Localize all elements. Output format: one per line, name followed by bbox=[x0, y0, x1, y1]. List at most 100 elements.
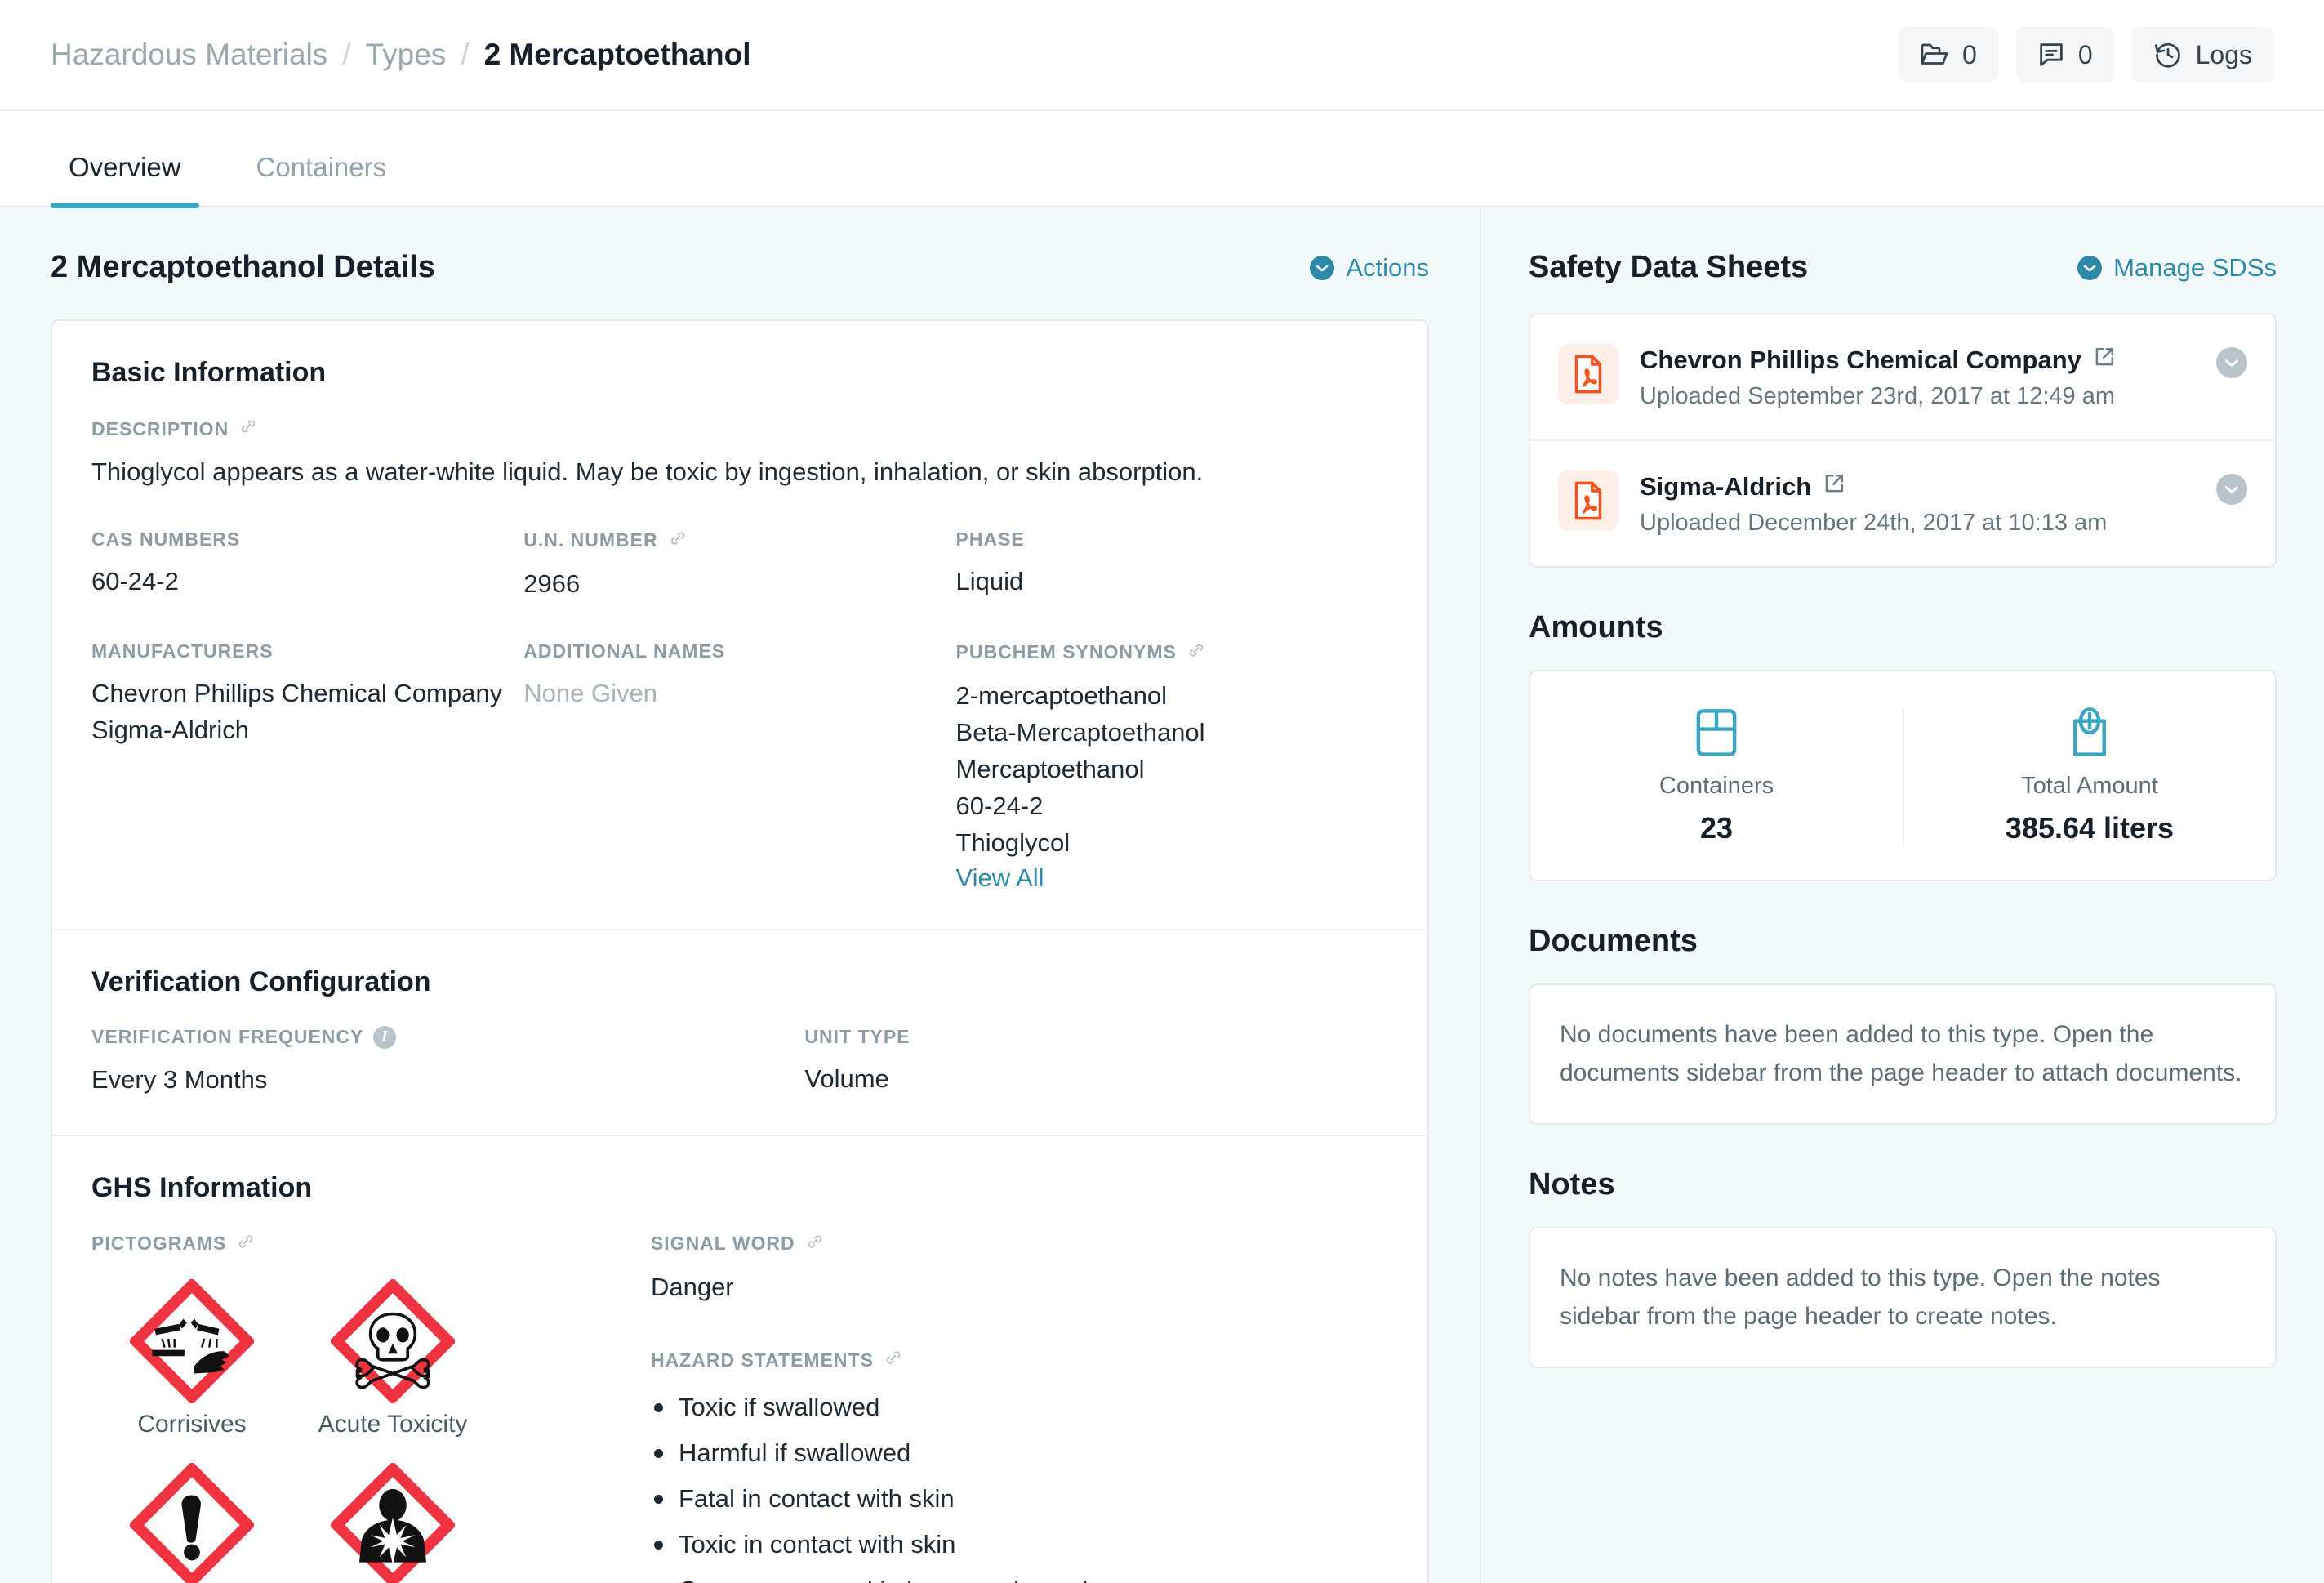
pictogram-item: Irritant bbox=[91, 1460, 292, 1583]
basic-information-heading: Basic Information bbox=[91, 357, 327, 388]
documents-count: 0 bbox=[1962, 39, 1977, 69]
page-header: Hazardous Materials / Types / 2 Mercapto… bbox=[0, 0, 2324, 111]
link-icon[interactable] bbox=[238, 417, 258, 441]
un-value: 2966 bbox=[523, 569, 581, 598]
manufacturers-field: Manufacturers Chevron Phillips Chemical … bbox=[91, 640, 523, 893]
phase-label: Phase bbox=[955, 528, 1025, 550]
containers-value: 23 bbox=[1699, 811, 1734, 845]
ghs-content: Pictograms bbox=[91, 1232, 1388, 1583]
link-icon[interactable] bbox=[884, 1348, 903, 1372]
sds-item-name: Sigma-Aldrich bbox=[1640, 472, 1812, 501]
header-actions: 0 0 Logs bbox=[1899, 27, 2273, 82]
notes-heading: Notes bbox=[1529, 1167, 1615, 1202]
manufacturers-value: Chevron Phillips Chemical Company Sigma-… bbox=[91, 676, 523, 749]
sds-heading: Safety Data Sheets bbox=[1529, 250, 1809, 284]
sds-list: Chevron Phillips Chemical Company Upload… bbox=[1529, 313, 2277, 568]
signal-word-value: Danger bbox=[650, 1272, 734, 1301]
names-row: Manufacturers Chevron Phillips Chemical … bbox=[91, 640, 1388, 893]
additional-names-field: Additional Names None Given bbox=[523, 640, 955, 893]
sds-list-item[interactable]: Sigma-Aldrich Uploaded December 24th, 20… bbox=[1530, 441, 2275, 566]
folder-open-icon bbox=[1920, 41, 1949, 69]
link-icon[interactable] bbox=[805, 1232, 825, 1256]
sds-item-expand-button[interactable] bbox=[2216, 474, 2247, 505]
pictograms-label: Pictograms bbox=[91, 1232, 636, 1256]
pictogram-label: Corrisives bbox=[137, 1410, 247, 1438]
documents-button[interactable]: 0 bbox=[1899, 27, 1998, 82]
pictogram-grid: Corrisives Acute Toxicity bbox=[91, 1277, 516, 1583]
page-body: 2 Mercaptoethanol Details Actions Basic … bbox=[0, 207, 2324, 1583]
phase-field: Phase Liquid bbox=[956, 528, 1388, 603]
unit-type-label: Unit Type bbox=[804, 1025, 910, 1047]
sds-header: Safety Data Sheets Manage SDSs bbox=[1529, 250, 2277, 285]
hazard-statement-item: Harmful if swallowed bbox=[651, 1434, 1388, 1472]
chevron-down-icon bbox=[1310, 255, 1335, 280]
total-amount-label: Total Amount bbox=[2021, 773, 2158, 799]
ghs-exclamation-icon bbox=[127, 1460, 256, 1583]
unit-type-field: Unit Type Volume bbox=[804, 1026, 1388, 1099]
pdf-icon bbox=[1558, 470, 1618, 531]
pictogram-item: Health Hazard bbox=[292, 1460, 493, 1583]
chevron-down-icon bbox=[2077, 255, 2103, 280]
manage-sds-button[interactable]: Manage SDSs bbox=[2077, 253, 2277, 283]
documents-heading: Documents bbox=[1529, 924, 1698, 958]
verification-row: Verification Frequency i Every 3 Months … bbox=[91, 1025, 1388, 1099]
breadcrumb-root[interactable]: Hazardous Materials bbox=[51, 38, 327, 72]
logs-button[interactable]: Logs bbox=[2131, 27, 2273, 82]
external-link-icon[interactable] bbox=[1823, 472, 1845, 502]
unit-type-value: Volume bbox=[804, 1064, 889, 1093]
sds-item-name-row: Chevron Phillips Chemical Company bbox=[1640, 346, 2195, 375]
link-icon[interactable] bbox=[668, 528, 688, 553]
tab-overview[interactable]: Overview bbox=[51, 152, 199, 208]
details-column: 2 Mercaptoethanol Details Actions Basic … bbox=[0, 207, 1480, 1583]
page-title: 2 Mercaptoethanol Details bbox=[51, 250, 435, 284]
hazard-statements-list: Toxic if swallowed Harmful if swallowed … bbox=[651, 1389, 1388, 1583]
additional-names-value: None Given bbox=[523, 678, 657, 707]
identifiers-row: CAS Numbers 60-24-2 U.N. Number bbox=[91, 528, 1388, 603]
view-all-synonyms-link[interactable]: View All bbox=[956, 863, 1044, 893]
info-icon[interactable]: i bbox=[373, 1025, 397, 1049]
manage-sds-label: Manage SDSs bbox=[2113, 252, 2277, 282]
total-amount-value: 385.64 liters bbox=[2005, 811, 2175, 845]
pubchem-synonyms-field: PubChem Synonyms 2-mercaptoethanol Beta-… bbox=[956, 640, 1388, 893]
sds-item-name-row: Sigma-Aldrich bbox=[1640, 472, 2195, 502]
link-icon[interactable] bbox=[236, 1232, 256, 1256]
verification-frequency-field: Verification Frequency i Every 3 Months bbox=[91, 1025, 804, 1099]
safety-data-sheets-section: Safety Data Sheets Manage SDSs Chevron P… bbox=[1529, 250, 2277, 568]
ghs-heading: GHS Information bbox=[91, 1171, 313, 1203]
sds-item-name: Chevron Phillips Chemical Company bbox=[1640, 346, 2081, 374]
amounts-heading: Amounts bbox=[1529, 610, 1663, 644]
ghs-health-hazard-icon bbox=[328, 1460, 457, 1583]
history-icon bbox=[2153, 40, 2183, 69]
comment-icon bbox=[2037, 41, 2065, 69]
sds-item-expand-button[interactable] bbox=[2216, 347, 2247, 378]
actions-label: Actions bbox=[1346, 252, 1429, 282]
synonym-item: 2-mercaptoethanol bbox=[955, 680, 1168, 710]
link-icon[interactable] bbox=[1186, 640, 1206, 665]
tab-bar: Overview Containers bbox=[0, 111, 2324, 208]
containers-stat: Containers 23 bbox=[1530, 707, 1903, 845]
un-label: U.N. Number bbox=[523, 528, 955, 553]
hazard-statement-item: Toxic if swallowed bbox=[651, 1389, 1388, 1426]
comments-button[interactable]: 0 bbox=[2015, 27, 2114, 82]
amounts-section: Amounts Containers 23 Total Amount 385.6… bbox=[1529, 610, 2277, 881]
description-value: Thioglycol appears as a water-white liqu… bbox=[91, 457, 1204, 486]
pubchem-synonyms-label: PubChem Synonyms bbox=[956, 640, 1388, 665]
sds-item-main: Sigma-Aldrich Uploaded December 24th, 20… bbox=[1640, 470, 2195, 537]
verification-frequency-value: Every 3 Months bbox=[91, 1064, 268, 1094]
sidebar-column: Safety Data Sheets Manage SDSs Chevron P… bbox=[1480, 207, 2324, 1583]
actions-menu-button[interactable]: Actions bbox=[1310, 253, 1429, 283]
verification-heading: Verification Configuration bbox=[91, 965, 431, 997]
documents-empty-state: No documents have been added to this typ… bbox=[1529, 983, 2277, 1125]
cas-field: CAS Numbers 60-24-2 bbox=[91, 528, 523, 603]
tab-containers[interactable]: Containers bbox=[238, 152, 405, 206]
containers-label: Containers bbox=[1658, 773, 1774, 799]
ghs-corrosive-icon bbox=[127, 1277, 256, 1407]
sds-list-item[interactable]: Chevron Phillips Chemical Company Upload… bbox=[1530, 314, 2275, 441]
scale-icon bbox=[1904, 707, 2275, 758]
comments-count: 0 bbox=[2077, 39, 2093, 69]
external-link-icon[interactable] bbox=[2093, 346, 2116, 375]
documents-section: Documents No documents have been added t… bbox=[1529, 924, 2277, 1125]
breadcrumb-types[interactable]: Types bbox=[366, 38, 447, 72]
sds-item-uploaded: Uploaded September 23rd, 2017 at 12:49 a… bbox=[1640, 383, 2116, 409]
